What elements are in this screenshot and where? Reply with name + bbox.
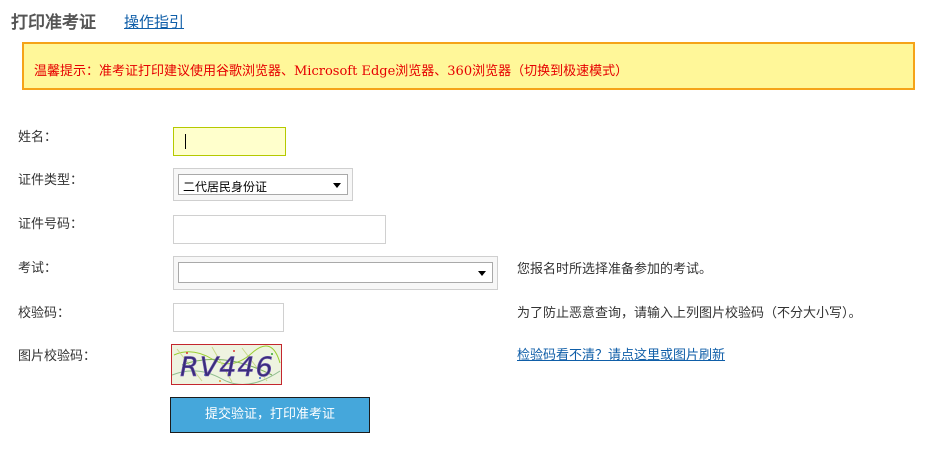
notice-box: 温馨提示：准考证打印建议使用谷歌浏览器、Microsoft Edge浏览器、36… — [22, 42, 915, 90]
verify-label: 校验码： — [18, 306, 71, 321]
captcha-text: RV446 — [180, 352, 274, 383]
id-number-label: 证件号码： — [18, 217, 84, 232]
id-type-select-frame: 二代居民身份证 — [173, 168, 353, 201]
chevron-down-icon — [333, 183, 341, 188]
captcha-image[interactable]: RV446 — [171, 344, 282, 385]
name-label: 姓名： — [18, 130, 58, 145]
notice-text: 温馨提示：准考证打印建议使用谷歌浏览器、Microsoft Edge浏览器、36… — [34, 64, 629, 79]
submit-button[interactable]: 提交验证，打印准考证 — [170, 397, 370, 433]
verify-hint: 为了防止恶意查询，请输入上列图片校验码（不分大小写）。 — [517, 306, 862, 321]
refresh-captcha-link[interactable]: 检验码看不清？请点这里或图片刷新 — [517, 344, 725, 363]
id-type-label: 证件类型： — [18, 173, 84, 188]
exam-label: 考试： — [18, 261, 58, 276]
guide-link[interactable]: 操作指引 — [124, 11, 184, 32]
chevron-down-icon — [478, 271, 486, 276]
id-type-selected: 二代居民身份证 — [183, 180, 268, 194]
text-caret — [185, 134, 186, 149]
id-number-input[interactable] — [173, 215, 386, 244]
exam-select[interactable] — [178, 262, 493, 283]
captcha-label: 图片校验码： — [18, 349, 97, 364]
verify-code-input[interactable] — [173, 303, 284, 332]
exam-select-frame — [173, 256, 498, 290]
page-title: 打印准考证 — [11, 13, 96, 33]
exam-hint: 您报名时所选择准备参加的考试。 — [517, 262, 713, 277]
id-type-select[interactable]: 二代居民身份证 — [178, 174, 348, 195]
name-input[interactable] — [173, 127, 286, 156]
